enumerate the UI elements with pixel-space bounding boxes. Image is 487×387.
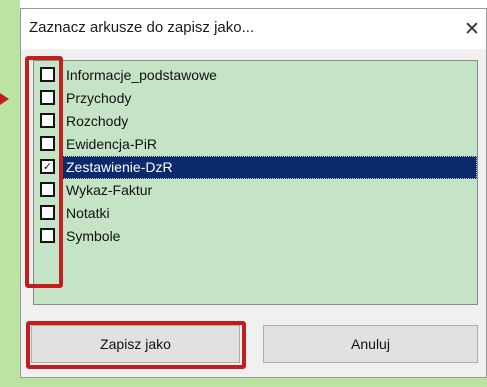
arrow-right-icon xyxy=(0,93,9,105)
checkbox[interactable] xyxy=(40,182,55,197)
list-item[interactable]: Symbole xyxy=(34,225,477,248)
list-item[interactable]: Rozchody xyxy=(34,110,477,133)
list-item-label: Zestawienie-DzR xyxy=(66,159,173,175)
save-as-sheets-dialog: Zaznacz arkusze do zapisz jako... ✕ Info… xyxy=(20,8,487,378)
checkbox[interactable] xyxy=(40,90,55,105)
list-item-label: Ewidencja-PiR xyxy=(66,136,158,152)
checkbox[interactable] xyxy=(40,205,55,220)
checkbox[interactable] xyxy=(40,136,55,151)
checkmark-icon[interactable]: ✓ xyxy=(40,159,55,174)
close-icon[interactable]: ✕ xyxy=(459,16,485,42)
dialog-titlebar: Zaznacz arkusze do zapisz jako... ✕ xyxy=(21,9,486,49)
list-item[interactable]: Przychody xyxy=(34,87,477,110)
dialog-title: Zaznacz arkusze do zapisz jako... xyxy=(29,19,255,36)
checkbox[interactable] xyxy=(40,67,55,82)
list-item[interactable]: Wykaz-Faktur xyxy=(34,179,477,202)
checkbox[interactable] xyxy=(40,113,55,128)
list-item[interactable]: Ewidencja-PiR xyxy=(34,133,477,156)
list-item-label: Rozchody xyxy=(66,113,129,129)
page-background-strip xyxy=(0,0,20,387)
list-item[interactable]: Notatki xyxy=(34,202,477,225)
save-as-button[interactable]: Zapisz jako xyxy=(31,325,240,363)
list-item-label: Przychody xyxy=(66,90,132,106)
sheet-listbox[interactable]: Informacje_podstawowe Przychody Rozchody… xyxy=(33,60,478,305)
cancel-button[interactable]: Anuluj xyxy=(263,325,478,363)
list-item-label: Symbole xyxy=(66,228,121,244)
list-item[interactable]: ✓ Zestawienie-DzR xyxy=(34,156,477,179)
checkbox[interactable] xyxy=(40,228,55,243)
list-item-label: Wykaz-Faktur xyxy=(66,182,153,198)
list-item-label: Informacje_podstawowe xyxy=(66,67,217,83)
list-item[interactable]: Informacje_podstawowe xyxy=(34,64,477,87)
list-item-label: Notatki xyxy=(66,205,110,221)
